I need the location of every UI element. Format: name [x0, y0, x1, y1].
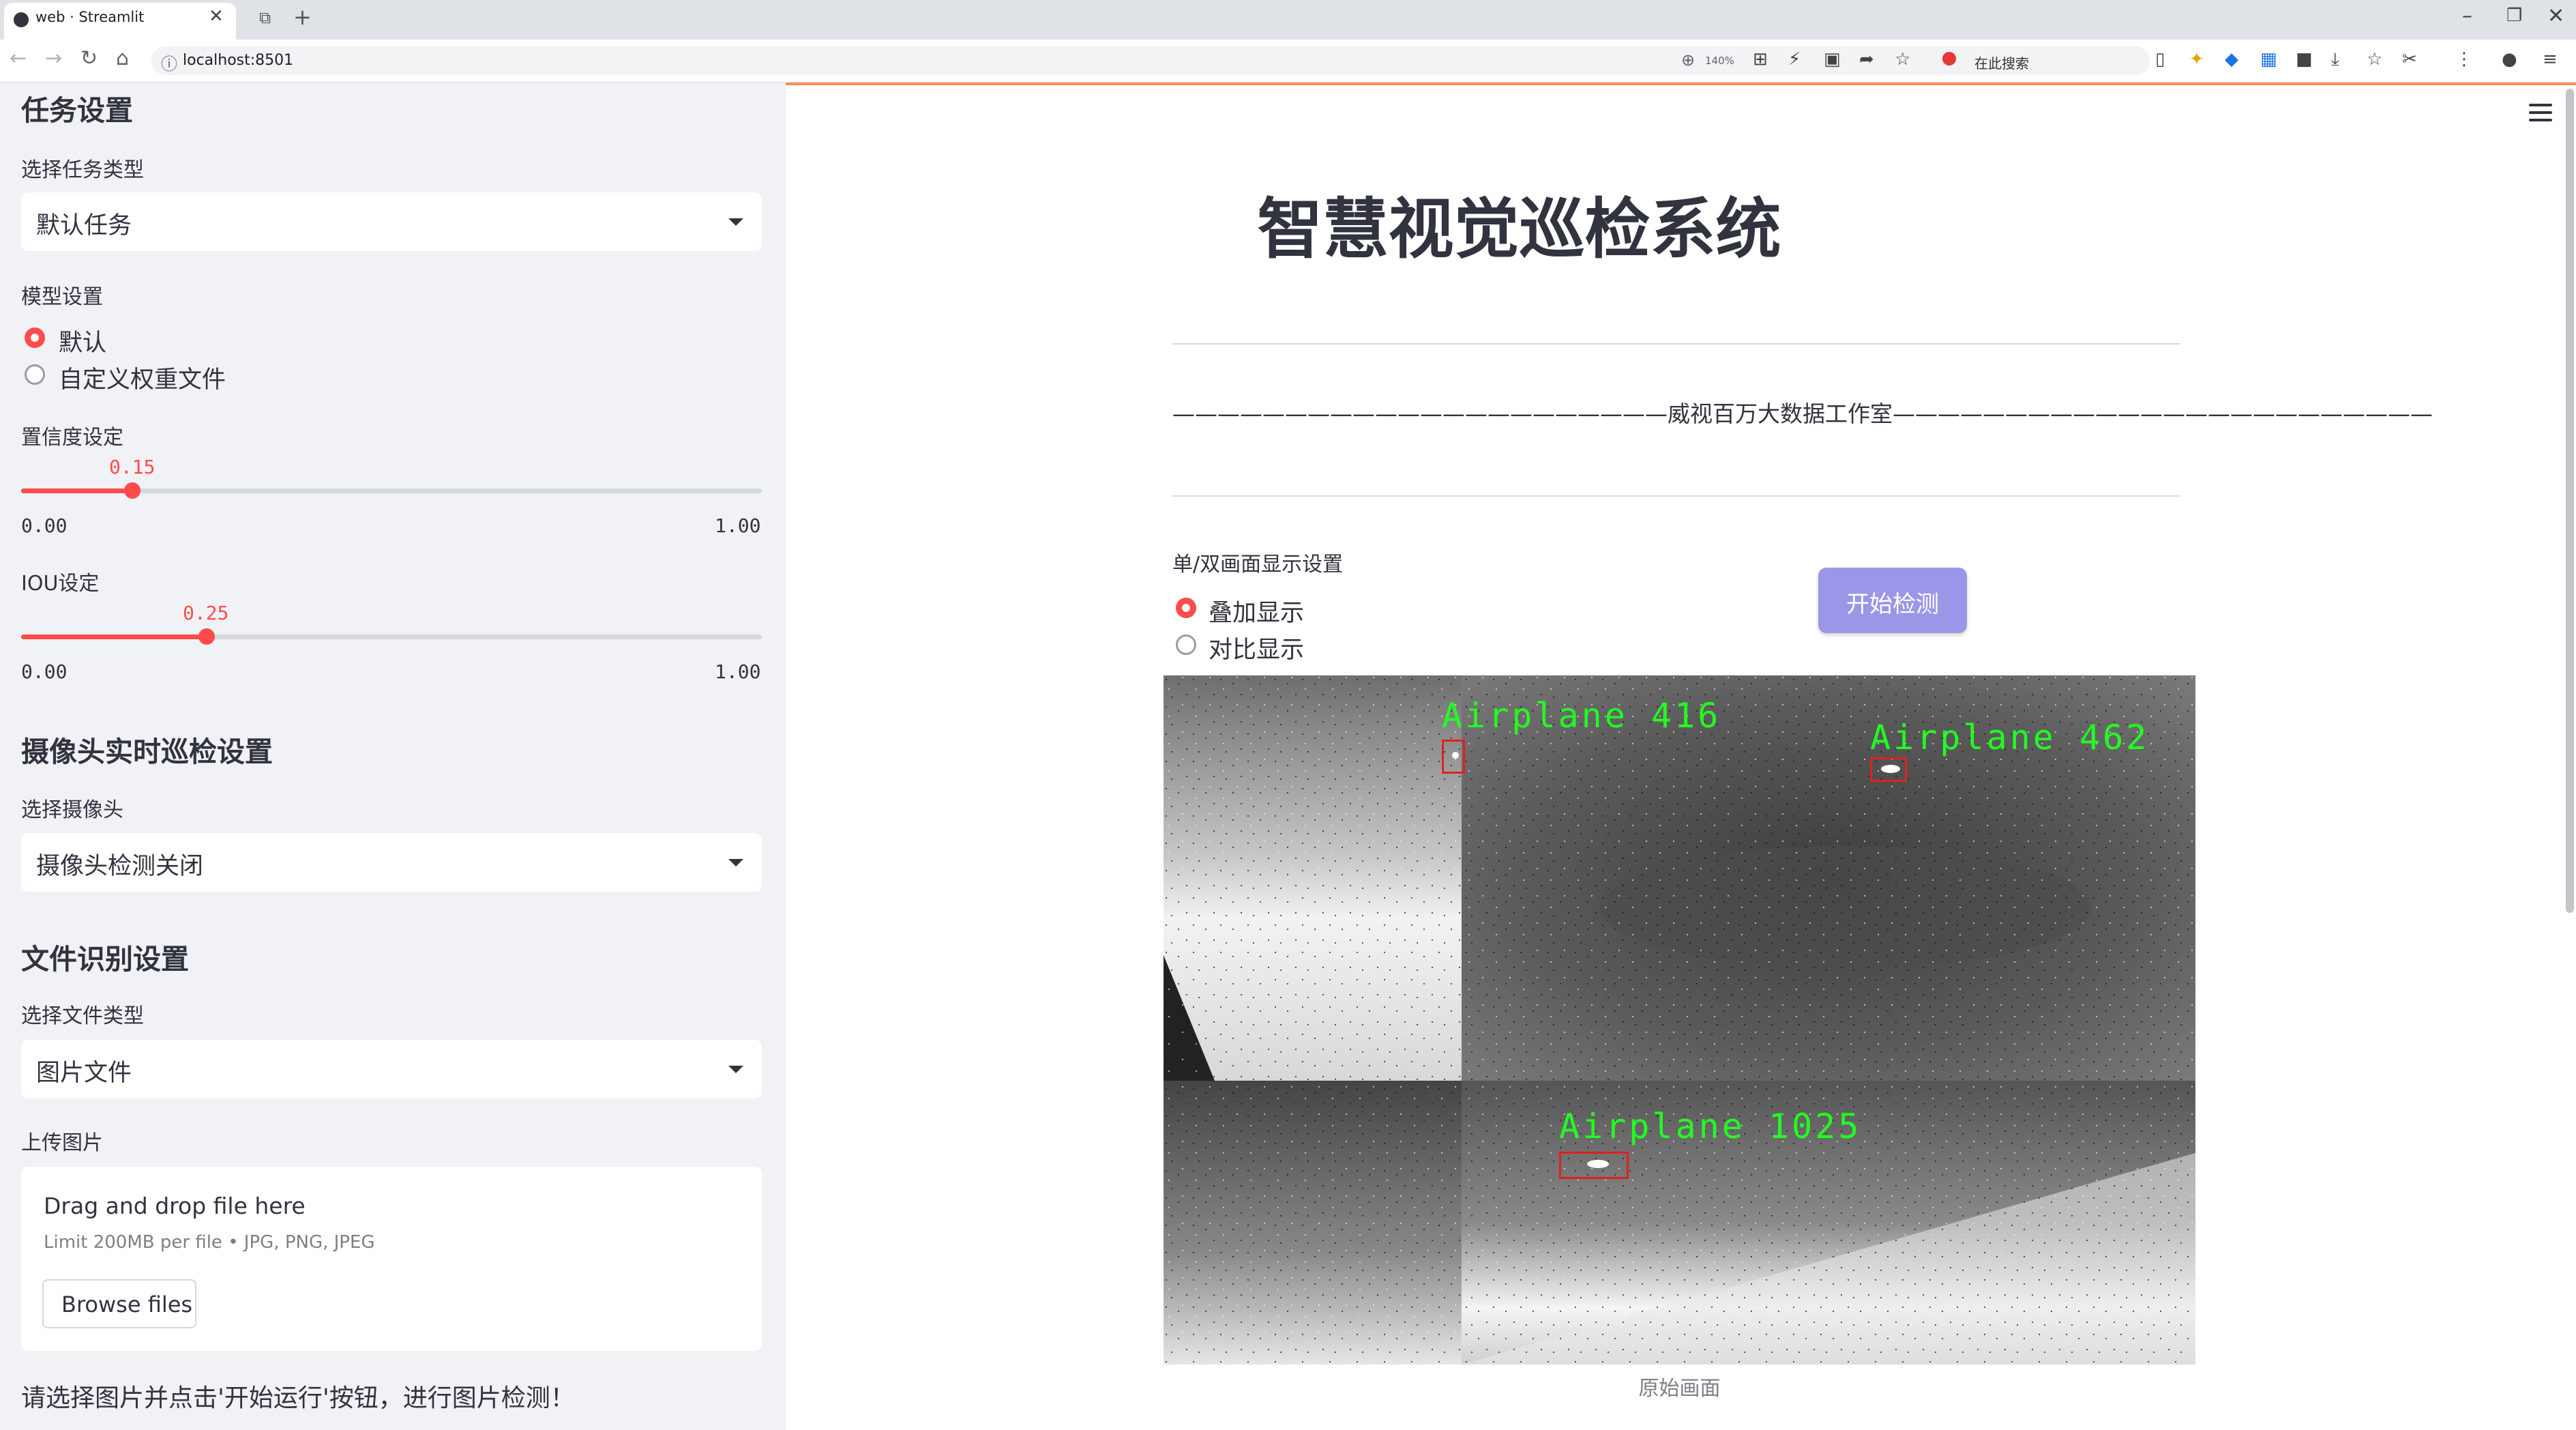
confidence-slider-fill [21, 488, 132, 493]
detection-result-image: Airplane 416 Airplane 462 Airplane 1025 [1164, 675, 2195, 1365]
model-radio-default[interactable] [25, 327, 45, 348]
file-type-label: 选择文件类型 [21, 1004, 144, 1028]
display-option-compare[interactable]: 对比显示 [1209, 630, 1304, 665]
detection-box [1559, 1152, 1629, 1179]
iou-slider-fill [21, 634, 207, 639]
confidence-value: 0.15 [109, 456, 156, 478]
favorites-icon[interactable]: ☆ [2367, 49, 2382, 70]
display-mode-label: 单/双画面显示设置 [1172, 553, 1344, 577]
chevron-down-icon[interactable] [728, 1066, 743, 1073]
site-info-icon[interactable]: ⓘ [161, 50, 177, 74]
tab-action-icon[interactable]: ⧉ [259, 8, 271, 27]
sidebar-hint: 请选择图片并点击'开始运行'按钮，进行图片检测！ [21, 1384, 575, 1412]
iou-max: 1.00 [715, 660, 761, 683]
chevron-down-icon[interactable] [728, 218, 743, 226]
display-radio-overlay[interactable] [1176, 598, 1196, 618]
iou-min: 0.00 [21, 660, 68, 683]
task-type-label: 选择任务类型 [21, 158, 144, 182]
scrollbar[interactable] [2566, 89, 2574, 913]
extension-blue-icon[interactable]: ◆ [2225, 49, 2238, 70]
detection-box [1442, 740, 1465, 774]
confidence-label: 置信度设定 [21, 426, 123, 450]
cut-icon[interactable]: ✂ [2402, 49, 2417, 70]
lightning-icon[interactable]: ⚡ [1788, 49, 1801, 70]
file-type-select[interactable] [21, 1040, 762, 1098]
chevron-down-icon[interactable] [728, 859, 743, 866]
search-engine-icon [1942, 52, 1956, 65]
extension-black-icon[interactable]: ■ [2296, 49, 2313, 70]
dropzone-title: Drag and drop file here [44, 1193, 306, 1219]
search-placeholder[interactable]: 在此搜索 [1974, 53, 2029, 72]
browser-tab-bar [0, 0, 2576, 40]
window-restore-icon[interactable]: ❐ [2506, 5, 2522, 26]
task-type-value[interactable]: 默认任务 [36, 206, 132, 241]
share-icon[interactable]: ➦ [1859, 49, 1874, 70]
camera-label: 选择摄像头 [21, 798, 123, 822]
zoom-level: 140% [1705, 55, 1734, 67]
browse-files-label[interactable]: Browse files [61, 1292, 192, 1317]
confidence-min: 0.00 [21, 514, 68, 537]
iou-label: IOU设定 [21, 572, 100, 596]
model-label: 模型设置 [21, 285, 103, 309]
iou-slider-thumb[interactable] [198, 628, 215, 645]
camera-value[interactable]: 摄像头检测关闭 [36, 847, 203, 881]
detection-label: Airplane 416 [1442, 696, 1721, 735]
image-caption: 原始画面 [1638, 1377, 1721, 1401]
task-type-select[interactable] [21, 192, 762, 251]
translate-icon[interactable]: ⊞ [1753, 49, 1768, 70]
upload-label: 上传图片 [21, 1131, 103, 1155]
zoom-icon[interactable]: ⊕ [1681, 50, 1695, 70]
search-box[interactable] [1937, 46, 2142, 75]
camera-section-title: 摄像头实时巡检设置 [21, 735, 273, 768]
screenshot-icon[interactable]: ▣ [1824, 49, 1841, 70]
page-title: 智慧视觉巡检系统 [1257, 191, 1781, 267]
more-vertical-icon[interactable]: ⋮ [2455, 49, 2473, 70]
home-icon[interactable]: ⌂ [116, 46, 129, 70]
divider [1172, 343, 2180, 345]
model-option-default[interactable]: 默认 [59, 323, 106, 358]
confidence-max: 1.00 [715, 514, 761, 537]
forward-arrow-icon[interactable]: → [45, 46, 62, 70]
detection-label: Airplane 1025 [1559, 1107, 1862, 1146]
header-decoration [786, 83, 2576, 85]
streamlit-favicon-icon [14, 12, 29, 27]
result-image-canvas [1164, 675, 2195, 1365]
window-close-icon[interactable]: ✕ [2547, 4, 2564, 28]
detection-box [1870, 757, 1907, 782]
translate-ext-icon[interactable]: ▦ [2260, 49, 2277, 70]
tab-title: web · Streamlit [35, 9, 145, 25]
bookmark-star-icon[interactable]: ☆ [1895, 49, 1910, 70]
hamburger-menu-icon[interactable] [2529, 104, 2552, 126]
start-detection-label[interactable]: 开始检测 [1818, 585, 1967, 619]
model-option-custom[interactable]: 自定义权重文件 [59, 360, 226, 395]
dropzone-limit: Limit 200MB per file • JPG, PNG, JPEG [44, 1232, 375, 1253]
tab-close-icon[interactable]: ✕ [209, 6, 224, 27]
model-radio-custom[interactable] [25, 364, 45, 385]
profile-avatar-icon[interactable]: ● [2502, 49, 2517, 70]
window-minimize-icon[interactable]: – [2462, 4, 2472, 28]
display-option-overlay[interactable]: 叠加显示 [1209, 594, 1304, 628]
task-section-title: 任务设置 [21, 94, 133, 127]
extension-color-icon[interactable]: ✦ [2189, 49, 2204, 70]
page-subtitle: ——————————————————————威视百万大数据工作室————————… [1172, 400, 2433, 427]
detection-label: Airplane 462 [1870, 718, 2150, 757]
file-section-title: 文件识别设置 [21, 943, 189, 976]
browser-menu-icon[interactable]: ≡ [2543, 49, 2558, 70]
reload-icon[interactable]: ↻ [80, 46, 98, 70]
divider [1172, 495, 2180, 497]
phone-icon[interactable]: ▯ [2155, 49, 2165, 70]
back-arrow-icon[interactable]: ← [10, 46, 27, 70]
download-icon[interactable]: ⤓ [2331, 49, 2339, 70]
display-radio-compare[interactable] [1176, 634, 1196, 655]
address-bar[interactable] [151, 46, 2150, 75]
address-url[interactable]: localhost:8501 [183, 52, 293, 69]
iou-value: 0.25 [183, 602, 229, 624]
confidence-slider-thumb[interactable] [124, 482, 140, 499]
file-type-value[interactable]: 图片文件 [36, 1053, 132, 1088]
new-tab-icon[interactable]: + [293, 4, 312, 30]
